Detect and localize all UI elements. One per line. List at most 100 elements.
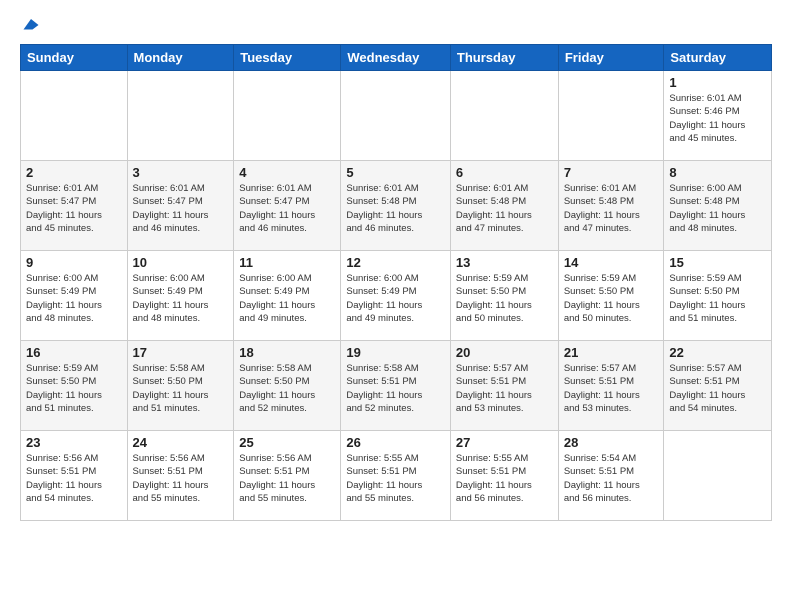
calendar-cell: 8 Sunrise: 6:00 AM Sunset: 5:48 PM Daylig…: [664, 161, 772, 251]
day-number: 24: [133, 435, 229, 450]
day-header-friday: Friday: [558, 45, 664, 71]
day-info: Sunrise: 5:54 AM Sunset: 5:51 PM Dayligh…: [564, 452, 659, 505]
day-info: Sunrise: 5:55 AM Sunset: 5:51 PM Dayligh…: [456, 452, 553, 505]
calendar-cell: 23Sunrise: 5:56 AM Sunset: 5:51 PM Dayli…: [21, 431, 128, 521]
day-info: Sunrise: 6:00 AM Sunset: 5:48 PM Dayligh…: [669, 182, 766, 235]
day-number: 5: [346, 165, 445, 180]
calendar-header-row: SundayMondayTuesdayWednesdayThursdayFrid…: [21, 45, 772, 71]
calendar-cell: 16 Sunrise: 5:59 AM Sunset: 5:50 PM Dayli…: [21, 341, 128, 431]
calendar-cell: 28 Sunrise: 5:54 AM Sunset: 5:51 PM Dayli…: [558, 431, 664, 521]
calendar-cell: [21, 71, 128, 161]
day-info: Sunrise: 5:58 AM Sunset: 5:51 PM Dayligh…: [346, 362, 445, 415]
calendar-cell: 14 Sunrise: 5:59 AM Sunset: 5:50 PM Dayli…: [558, 251, 664, 341]
day-info: Sunrise: 5:56 AM Sunset: 5:51 PM Dayligh…: [239, 452, 335, 505]
calendar-cell: 22 Sunrise: 5:57 AM Sunset: 5:51 PM Dayli…: [664, 341, 772, 431]
calendar-cell: 4 Sunrise: 6:01 AM Sunset: 5:47 PM Daylig…: [234, 161, 341, 251]
day-header-monday: Monday: [127, 45, 234, 71]
day-number: 14: [564, 255, 659, 270]
day-info: Sunrise: 6:00 AM Sunset: 5:49 PM Dayligh…: [346, 272, 445, 325]
day-number: 13: [456, 255, 553, 270]
calendar-cell: [341, 71, 451, 161]
day-info: Sunrise: 6:01 AM Sunset: 5:48 PM Dayligh…: [564, 182, 659, 235]
day-info: Sunrise: 6:00 AM Sunset: 5:49 PM Dayligh…: [239, 272, 335, 325]
day-info: Sunrise: 5:57 AM Sunset: 5:51 PM Dayligh…: [669, 362, 766, 415]
day-number: 28: [564, 435, 659, 450]
day-number: 1: [669, 75, 766, 90]
page: SundayMondayTuesdayWednesdayThursdayFrid…: [0, 0, 792, 537]
day-info: Sunrise: 5:59 AM Sunset: 5:50 PM Dayligh…: [564, 272, 659, 325]
day-info: Sunrise: 5:56 AM Sunset: 5:51 PM Dayligh…: [26, 452, 122, 505]
day-number: 16: [26, 345, 122, 360]
calendar-cell: 5 Sunrise: 6:01 AM Sunset: 5:48 PM Daylig…: [341, 161, 451, 251]
day-number: 15: [669, 255, 766, 270]
day-number: 27: [456, 435, 553, 450]
day-number: 25: [239, 435, 335, 450]
calendar-cell: 27 Sunrise: 5:55 AM Sunset: 5:51 PM Dayli…: [450, 431, 558, 521]
day-header-wednesday: Wednesday: [341, 45, 451, 71]
day-info: Sunrise: 5:57 AM Sunset: 5:51 PM Dayligh…: [564, 362, 659, 415]
day-info: Sunrise: 6:00 AM Sunset: 5:49 PM Dayligh…: [133, 272, 229, 325]
day-number: 3: [133, 165, 229, 180]
day-info: Sunrise: 5:56 AM Sunset: 5:51 PM Dayligh…: [133, 452, 229, 505]
calendar-week-3: 9Sunrise: 6:00 AM Sunset: 5:49 PM Daylig…: [21, 251, 772, 341]
calendar-cell: 21 Sunrise: 5:57 AM Sunset: 5:51 PM Dayli…: [558, 341, 664, 431]
day-info: Sunrise: 6:01 AM Sunset: 5:47 PM Dayligh…: [239, 182, 335, 235]
day-number: 7: [564, 165, 659, 180]
logo: [20, 16, 40, 34]
calendar-cell: 11 Sunrise: 6:00 AM Sunset: 5:49 PM Dayli…: [234, 251, 341, 341]
day-info: Sunrise: 5:57 AM Sunset: 5:51 PM Dayligh…: [456, 362, 553, 415]
day-number: 19: [346, 345, 445, 360]
day-number: 10: [133, 255, 229, 270]
calendar-cell: 7 Sunrise: 6:01 AM Sunset: 5:48 PM Daylig…: [558, 161, 664, 251]
day-info: Sunrise: 5:59 AM Sunset: 5:50 PM Dayligh…: [26, 362, 122, 415]
day-header-tuesday: Tuesday: [234, 45, 341, 71]
day-number: 20: [456, 345, 553, 360]
day-info: Sunrise: 6:00 AM Sunset: 5:49 PM Dayligh…: [26, 272, 122, 325]
calendar-week-1: 1 Sunrise: 6:01 AM Sunset: 5:46 PM Daylig…: [21, 71, 772, 161]
logo-icon: [22, 16, 40, 34]
day-header-sunday: Sunday: [21, 45, 128, 71]
calendar-cell: 2 Sunrise: 6:01 AM Sunset: 5:47 PM Daylig…: [21, 161, 128, 251]
calendar-cell: 19 Sunrise: 5:58 AM Sunset: 5:51 PM Dayli…: [341, 341, 451, 431]
calendar-cell: 24 Sunrise: 5:56 AM Sunset: 5:51 PM Dayli…: [127, 431, 234, 521]
day-number: 8: [669, 165, 766, 180]
day-number: 2: [26, 165, 122, 180]
calendar-cell: 10 Sunrise: 6:00 AM Sunset: 5:49 PM Dayli…: [127, 251, 234, 341]
day-info: Sunrise: 6:01 AM Sunset: 5:47 PM Dayligh…: [133, 182, 229, 235]
calendar-week-2: 2 Sunrise: 6:01 AM Sunset: 5:47 PM Daylig…: [21, 161, 772, 251]
day-number: 4: [239, 165, 335, 180]
day-number: 11: [239, 255, 335, 270]
calendar-cell: [558, 71, 664, 161]
calendar-cell: 20 Sunrise: 5:57 AM Sunset: 5:51 PM Dayli…: [450, 341, 558, 431]
calendar-cell: 9Sunrise: 6:00 AM Sunset: 5:49 PM Daylig…: [21, 251, 128, 341]
calendar-cell: 25 Sunrise: 5:56 AM Sunset: 5:51 PM Dayli…: [234, 431, 341, 521]
calendar-week-5: 23Sunrise: 5:56 AM Sunset: 5:51 PM Dayli…: [21, 431, 772, 521]
calendar-cell: [450, 71, 558, 161]
day-info: Sunrise: 5:59 AM Sunset: 5:50 PM Dayligh…: [669, 272, 766, 325]
day-header-saturday: Saturday: [664, 45, 772, 71]
day-number: 21: [564, 345, 659, 360]
calendar-cell: 6Sunrise: 6:01 AM Sunset: 5:48 PM Daylig…: [450, 161, 558, 251]
calendar-cell: 15 Sunrise: 5:59 AM Sunset: 5:50 PM Dayli…: [664, 251, 772, 341]
calendar-cell: 13 Sunrise: 5:59 AM Sunset: 5:50 PM Dayli…: [450, 251, 558, 341]
day-info: Sunrise: 5:58 AM Sunset: 5:50 PM Dayligh…: [239, 362, 335, 415]
day-info: Sunrise: 6:01 AM Sunset: 5:47 PM Dayligh…: [26, 182, 122, 235]
day-number: 12: [346, 255, 445, 270]
calendar-cell: 1 Sunrise: 6:01 AM Sunset: 5:46 PM Daylig…: [664, 71, 772, 161]
calendar-cell: 26 Sunrise: 5:55 AM Sunset: 5:51 PM Dayli…: [341, 431, 451, 521]
day-number: 26: [346, 435, 445, 450]
day-number: 22: [669, 345, 766, 360]
day-number: 18: [239, 345, 335, 360]
logo-text: [20, 16, 40, 34]
day-info: Sunrise: 5:55 AM Sunset: 5:51 PM Dayligh…: [346, 452, 445, 505]
calendar-cell: [664, 431, 772, 521]
calendar-cell: [234, 71, 341, 161]
day-header-thursday: Thursday: [450, 45, 558, 71]
day-info: Sunrise: 6:01 AM Sunset: 5:48 PM Dayligh…: [346, 182, 445, 235]
day-info: Sunrise: 5:59 AM Sunset: 5:50 PM Dayligh…: [456, 272, 553, 325]
day-info: Sunrise: 6:01 AM Sunset: 5:46 PM Dayligh…: [669, 92, 766, 145]
calendar-cell: 12 Sunrise: 6:00 AM Sunset: 5:49 PM Dayli…: [341, 251, 451, 341]
calendar-cell: [127, 71, 234, 161]
calendar-week-4: 16 Sunrise: 5:59 AM Sunset: 5:50 PM Dayli…: [21, 341, 772, 431]
header: [20, 16, 772, 34]
